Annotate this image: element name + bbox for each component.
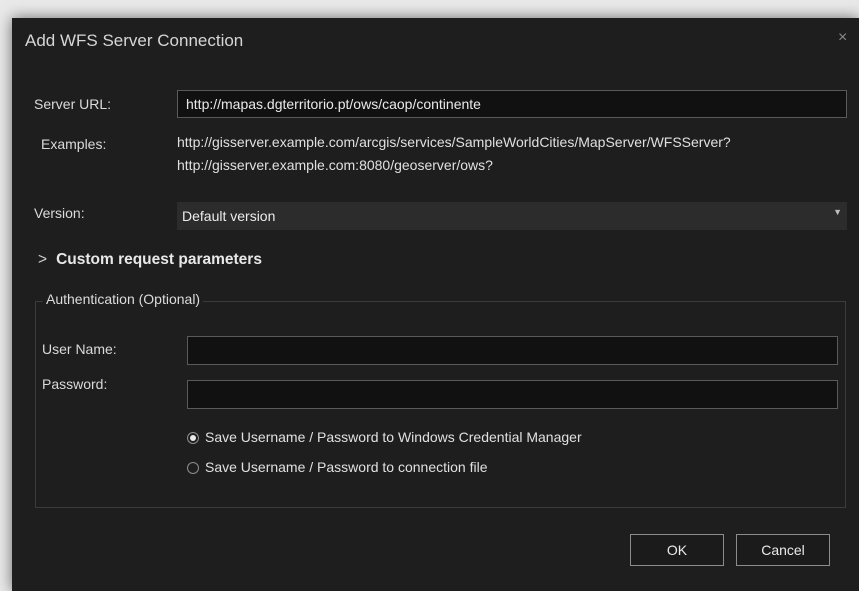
radio-save-connection-file[interactable]: Save Username / Password to connection f… [187, 459, 487, 475]
ok-button[interactable]: OK [630, 534, 724, 566]
radio-label: Save Username / Password to connection f… [205, 459, 488, 475]
version-dropdown[interactable]: Default version ▼ [177, 202, 847, 230]
password-input[interactable] [187, 380, 838, 409]
server-url-input[interactable] [177, 90, 847, 118]
radio-save-windows-credential-manager[interactable]: Save Username / Password to Windows Cred… [187, 429, 582, 445]
radio-label: Save Username / Password to Windows Cred… [205, 429, 582, 445]
custom-request-parameters-label: Custom request parameters [56, 251, 262, 268]
examples-label: Examples: [41, 136, 107, 152]
username-input[interactable] [187, 336, 838, 365]
cancel-button[interactable]: Cancel [736, 534, 830, 566]
add-wfs-dialog: Add WFS Server Connection × Server URL: … [12, 18, 859, 591]
authentication-legend: Authentication (Optional) [43, 291, 204, 307]
username-label: User Name: [42, 341, 117, 357]
radio-selected-icon [187, 432, 199, 444]
example-url-2: http://gisserver.example.com:8080/geoser… [177, 157, 493, 173]
password-label: Password: [42, 376, 108, 392]
dialog-title: Add WFS Server Connection [25, 31, 244, 50]
chevron-down-icon: ▼ [833, 207, 842, 217]
radio-unselected-icon [187, 462, 199, 474]
server-url-label: Server URL: [34, 96, 112, 112]
close-icon[interactable]: × [838, 29, 847, 47]
version-label: Version: [34, 205, 85, 221]
version-selected-value: Default version [182, 208, 276, 224]
chevron-right-icon: > [38, 251, 48, 268]
example-url-1: http://gisserver.example.com/arcgis/serv… [177, 134, 731, 150]
custom-request-parameters-expander[interactable]: > Custom request parameters [38, 251, 262, 269]
